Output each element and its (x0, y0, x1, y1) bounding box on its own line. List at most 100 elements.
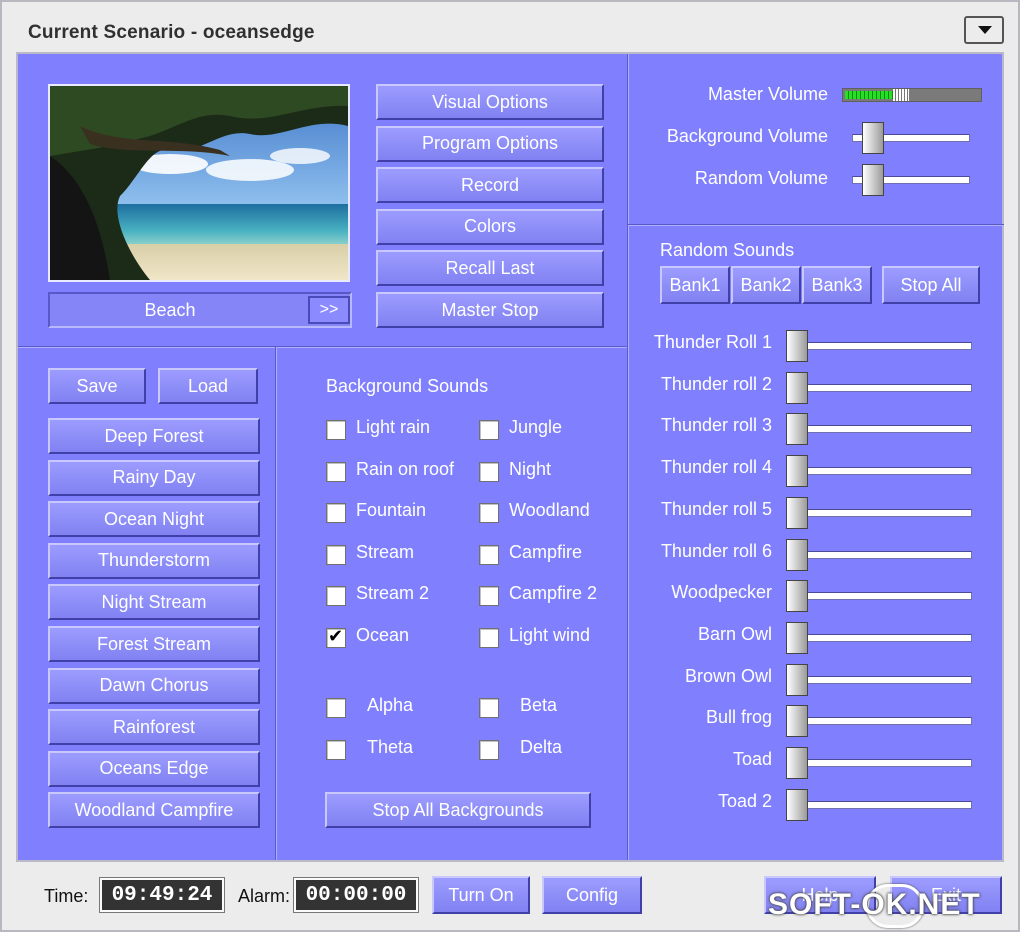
alarm-display: 00:00:00 (293, 877, 419, 913)
checkbox-label-fountain: Fountain (356, 500, 427, 521)
preset-thunderstorm[interactable]: Thunderstorm (48, 542, 260, 579)
random-sound-label-thunder-roll-3: Thunder roll 3 (660, 415, 772, 436)
checkbox-woodland[interactable] (479, 503, 499, 524)
random-sound-slider-barn-owl[interactable] (786, 621, 808, 654)
preset-ocean-night[interactable]: Ocean Night (48, 501, 260, 538)
checkbox-campfire-2[interactable] (479, 586, 499, 607)
random-sound-slider-toad-2[interactable] (786, 788, 808, 821)
random-sound-track-toad[interactable] (786, 759, 972, 767)
stop-all-random-button[interactable]: Stop All (882, 266, 980, 304)
random-sound-track-bull-frog[interactable] (786, 717, 972, 726)
random-sound-label-thunder-roll-2: Thunder roll 2 (660, 373, 772, 394)
checkbox-label-beta: Beta (520, 695, 558, 715)
checkbox-label-theta: Theta (367, 736, 414, 757)
scenario-name-box: Beach >> (48, 292, 352, 328)
background-volume-slider-thumb[interactable] (862, 122, 884, 154)
checkbox-rain-on-roof[interactable] (326, 461, 346, 482)
config-button[interactable]: Config (542, 876, 642, 914)
random-sound-track-thunder-roll-6[interactable] (786, 550, 972, 559)
checkbox-delta[interactable] (479, 739, 499, 760)
checkbox-light-wind[interactable] (479, 628, 499, 648)
load-button[interactable]: Load (158, 368, 258, 404)
turn-on-button[interactable]: Turn On (432, 876, 530, 914)
random-sounds-heading: Random Sounds (660, 240, 795, 260)
checkbox-label-light-rain: Light rain (356, 417, 431, 437)
random-sound-label-barn-owl: Barn Owl (697, 623, 772, 644)
random-sound-label-woodpecker: Woodpecker (671, 582, 772, 603)
random-sound-track-thunder-roll-1[interactable] (786, 342, 972, 350)
bank-3-button[interactable]: Bank3 (802, 266, 872, 304)
random-sound-slider-bull-frog[interactable] (786, 705, 808, 738)
random-sound-slider-thunder-roll-3[interactable] (786, 413, 808, 446)
checkbox-label-light-wind: Light wind (509, 625, 591, 645)
random-sound-track-thunder-roll-5[interactable] (786, 508, 972, 517)
random-sound-slider-woodpecker[interactable] (786, 580, 808, 613)
next-scene-button[interactable]: >> (308, 296, 350, 324)
time-label: Time: (44, 886, 89, 906)
random-sound-track-brown-owl[interactable] (786, 675, 972, 684)
checkbox-beta[interactable] (479, 698, 499, 718)
random-sound-label-toad: Toad (732, 749, 772, 769)
random-sound-slider-thunder-roll-6[interactable] (786, 538, 808, 571)
random-sound-track-thunder-roll-2[interactable] (786, 383, 972, 392)
checkbox-theta[interactable] (326, 739, 346, 760)
random-volume-slider-thumb[interactable] (862, 164, 884, 196)
watermark: SOFT-OK.NET (768, 888, 981, 921)
random-sound-label-thunder-roll-1: Thunder Roll 1 (653, 332, 772, 352)
random-sound-label-thunder-roll-6: Thunder roll 6 (660, 540, 772, 561)
random-sound-label-toad-2: Toad 2 (717, 790, 772, 811)
preset-deep-forest[interactable]: Deep Forest (48, 418, 260, 454)
checkbox-campfire[interactable] (479, 544, 499, 565)
random-sound-slider-thunder-roll-4[interactable] (786, 455, 808, 488)
random-sound-slider-toad[interactable] (786, 747, 808, 779)
background-sounds-heading: Background Sounds (326, 376, 489, 396)
record-button[interactable]: Record (376, 167, 604, 204)
random-sound-slider-thunder-roll-2[interactable] (786, 371, 808, 404)
preset-rainy-day[interactable]: Rainy Day (48, 459, 260, 496)
random-volume-label: Random Volume (694, 168, 828, 188)
checkbox-stream-2[interactable] (326, 586, 346, 607)
random-sound-track-toad-2[interactable] (786, 800, 972, 809)
random-sound-track-barn-owl[interactable] (786, 633, 972, 642)
checkbox-stream[interactable] (326, 544, 346, 565)
checkbox-light-rain[interactable] (326, 420, 346, 440)
recall-last-button[interactable]: Recall Last (376, 250, 604, 287)
random-sound-label-thunder-roll-4: Thunder roll 4 (660, 457, 772, 478)
checkbox-jungle[interactable] (479, 420, 499, 440)
checkbox-fountain[interactable] (326, 503, 346, 524)
preset-forest-stream[interactable]: Forest Stream (48, 626, 260, 662)
dropdown-arrow-icon[interactable] (964, 16, 1004, 44)
master-stop-button[interactable]: Master Stop (376, 292, 604, 328)
random-sound-track-thunder-roll-3[interactable] (786, 425, 972, 434)
random-sound-label-brown-owl: Brown Owl (684, 665, 772, 686)
divider-horizontal-right (628, 224, 1004, 226)
preset-rainforest[interactable]: Rainforest (48, 709, 260, 746)
stop-all-backgrounds-button[interactable]: Stop All Backgrounds (325, 792, 591, 828)
master-volume-meter[interactable] (842, 88, 982, 102)
preset-dawn-chorus[interactable]: Dawn Chorus (48, 667, 260, 704)
program-options-button[interactable]: Program Options (376, 125, 604, 162)
checkbox-night[interactable] (479, 461, 499, 482)
scene-preview-image (48, 84, 350, 282)
save-button[interactable]: Save (48, 368, 146, 404)
background-volume-label: Background Volume (666, 126, 828, 146)
random-sound-slider-brown-owl[interactable] (786, 663, 808, 696)
preset-night-stream[interactable]: Night Stream (48, 584, 260, 621)
random-sound-slider-thunder-roll-5[interactable] (786, 496, 808, 529)
bank-2-button[interactable]: Bank2 (731, 266, 801, 304)
preset-oceans-edge[interactable]: Oceans Edge (48, 750, 260, 787)
main-panel: Beach >> Visual Options Program Options Re… (16, 52, 1004, 862)
colors-button[interactable]: Colors (376, 208, 604, 245)
preset-woodland-campfire[interactable]: Woodland Campfire (48, 792, 260, 829)
visual-options-button[interactable]: Visual Options (376, 84, 604, 120)
checkbox-label-stream-2: Stream 2 (356, 583, 430, 604)
random-sound-track-woodpecker[interactable] (786, 592, 972, 601)
random-sound-slider-thunder-roll-1[interactable] (786, 330, 808, 362)
checkbox-ocean[interactable] (326, 626, 346, 648)
bank-1-button[interactable]: Bank1 (660, 266, 730, 304)
checkbox-alpha[interactable] (326, 698, 346, 718)
random-sound-track-thunder-roll-4[interactable] (786, 467, 972, 476)
window-title: Current Scenario - oceansedge (28, 22, 315, 43)
master-volume-thumb[interactable] (893, 89, 909, 101)
app-window: Current Scenario - oceansedge Beach >> V… (0, 0, 1020, 932)
